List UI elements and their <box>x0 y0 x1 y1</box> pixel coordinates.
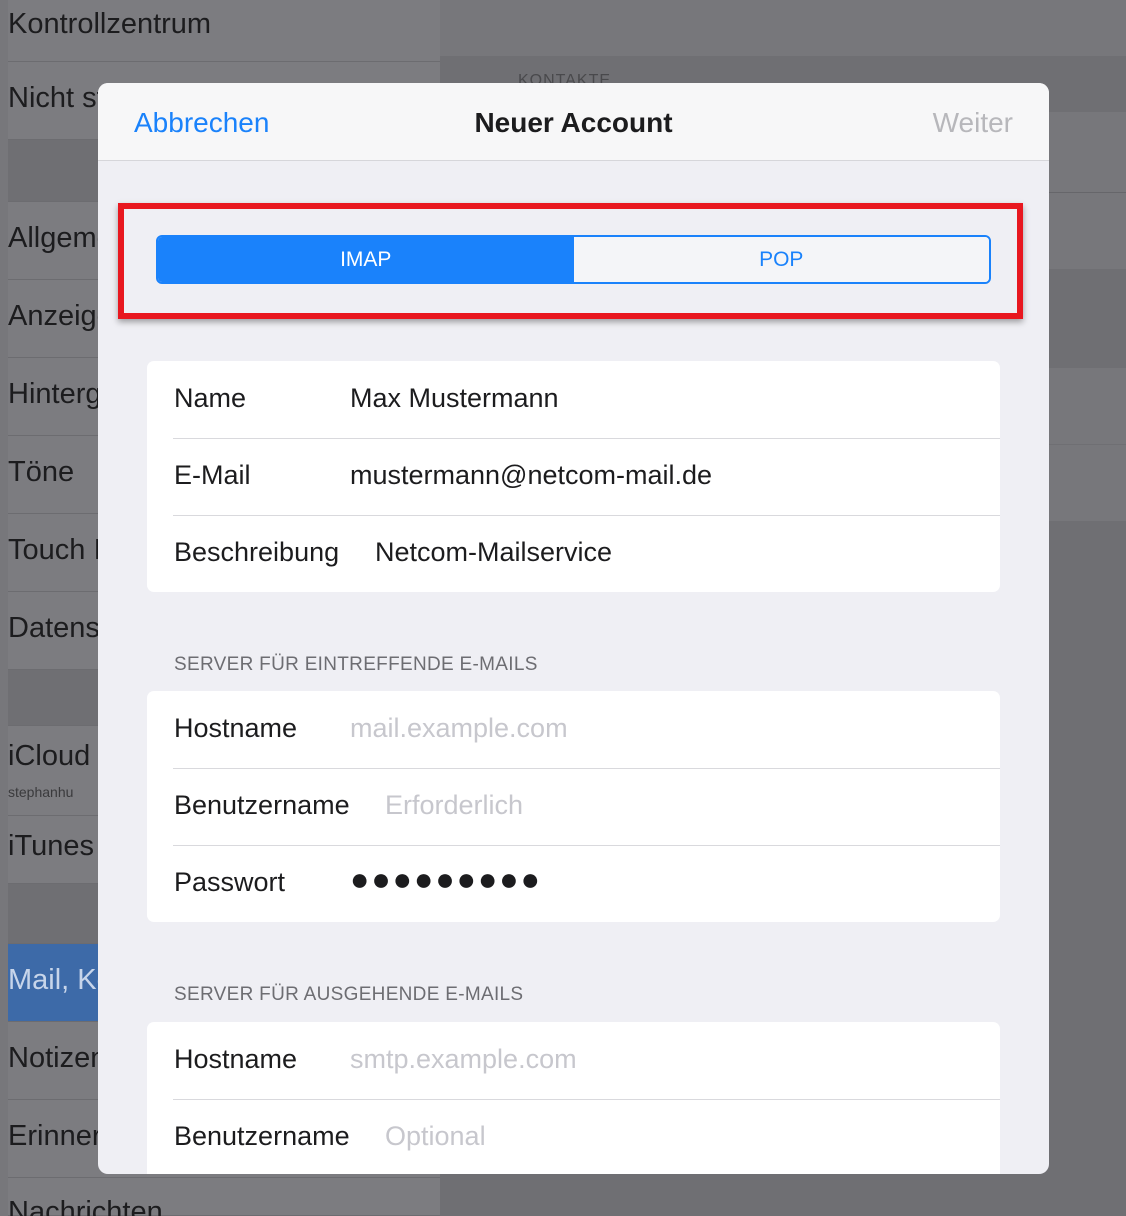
name-field[interactable]: Max Mustermann <box>350 383 559 414</box>
segment-imap[interactable]: IMAP <box>158 237 574 282</box>
outgoing-server-header: SERVER FÜR AUSGEHENDE E-MAILS <box>174 984 524 1005</box>
name-label: Name <box>174 383 247 413</box>
outgoing-hostname-row[interactable]: Hostname smtp.example.com <box>147 1022 1000 1099</box>
incoming-username-field[interactable]: Erforderlich <box>385 790 523 821</box>
detail-top-block <box>440 0 1126 56</box>
account-info-group: Name Max Mustermann E-Mail mustermann@ne… <box>147 361 1000 592</box>
next-button[interactable]: Weiter <box>933 107 1013 139</box>
sidebar-item-nachrichten[interactable]: Nachrichten <box>8 1178 440 1216</box>
description-label: Beschreibung <box>174 537 340 567</box>
username-label: Benutzername <box>174 1121 350 1151</box>
email-label: E-Mail <box>174 460 251 490</box>
email-field[interactable]: mustermann@netcom-mail.de <box>350 460 712 491</box>
account-type-segmented-control: IMAP POP <box>156 235 991 284</box>
incoming-server-group: Hostname mail.example.com Benutzername E… <box>147 691 1000 922</box>
sidebar-item-label: iCloud <box>8 740 91 772</box>
incoming-password-row[interactable]: Passwort ●●●●●●●●● <box>147 845 1000 922</box>
incoming-hostname-row[interactable]: Hostname mail.example.com <box>147 691 1000 768</box>
outgoing-username-row[interactable]: Benutzername Optional <box>147 1099 1000 1174</box>
outgoing-hostname-field[interactable]: smtp.example.com <box>350 1044 577 1075</box>
sidebar-item-label: Kontrollzentrum <box>8 8 212 40</box>
sidebar-item-label: Töne <box>8 456 75 488</box>
navigation-bar: Neuer Account Abbrechen Weiter <box>98 83 1049 161</box>
sidebar-item-kontrollzentrum[interactable]: Kontrollzentrum <box>8 0 440 62</box>
incoming-hostname-field[interactable]: mail.example.com <box>350 713 568 744</box>
sidebar-item-sublabel: stephanhu <box>8 784 74 800</box>
username-label: Benutzername <box>174 790 350 820</box>
sidebar-item-label: Notizen <box>8 1042 107 1074</box>
name-row[interactable]: Name Max Mustermann <box>147 361 1000 438</box>
email-row[interactable]: E-Mail mustermann@netcom-mail.de <box>147 438 1000 515</box>
new-account-sheet: Neuer Account Abbrechen Weiter IMAP POP … <box>98 83 1049 1174</box>
description-row[interactable]: Beschreibung Netcom-Mailservice <box>147 515 1000 592</box>
incoming-password-field[interactable]: ●●●●●●●●● <box>350 861 542 898</box>
segment-pop[interactable]: POP <box>573 237 989 282</box>
outgoing-server-group: Hostname smtp.example.com Benutzername O… <box>147 1022 1000 1174</box>
cancel-button[interactable]: Abbrechen <box>134 107 269 139</box>
description-field[interactable]: Netcom-Mailservice <box>375 537 612 568</box>
sidebar-item-label: Nachrichten <box>8 1196 163 1216</box>
password-label: Passwort <box>174 867 286 897</box>
hostname-label: Hostname <box>174 713 298 743</box>
hostname-label: Hostname <box>174 1044 298 1074</box>
outgoing-username-field[interactable]: Optional <box>385 1121 486 1152</box>
incoming-username-row[interactable]: Benutzername Erforderlich <box>147 768 1000 845</box>
incoming-server-header: SERVER FÜR EINTREFFENDE E-MAILS <box>174 654 538 675</box>
